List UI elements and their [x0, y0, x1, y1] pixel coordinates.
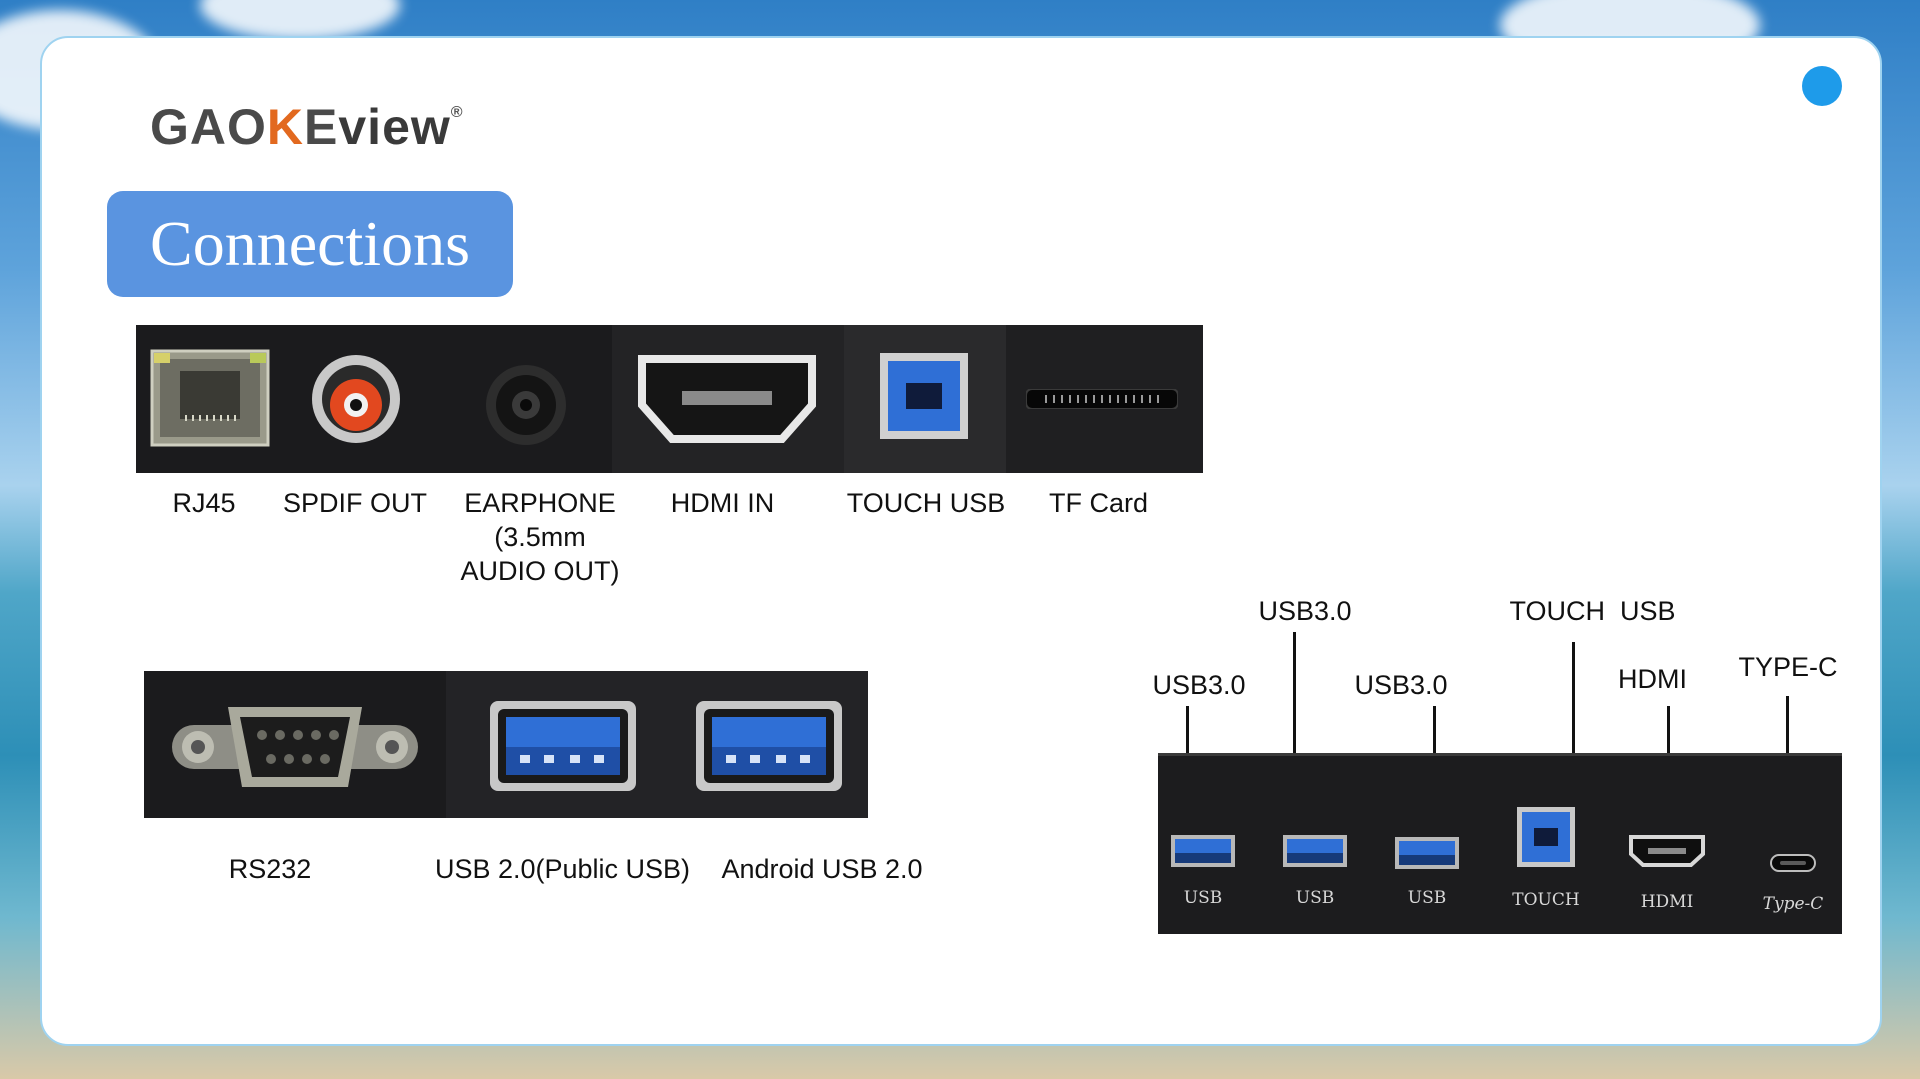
logo-text-view: view	[338, 99, 451, 155]
callout-hdmi: HDMI	[1618, 664, 1687, 694]
top-ports-panel	[136, 325, 1203, 473]
label-spdif-out: SPDIF OUT	[282, 488, 427, 518]
right-ports-panel: USB USB USB TOUCH HDMI Type-C	[1158, 753, 1842, 934]
rj45-port-icon	[150, 349, 270, 452]
touch-usb-b-port-icon	[1516, 806, 1576, 873]
callout-usb3-1: USB3.0	[1152, 670, 1246, 700]
usb-2-public-port-icon	[488, 699, 638, 798]
spdif-rca-port-icon	[308, 351, 404, 452]
callout-usb3-3: USB3.0	[1354, 670, 1448, 700]
bottom-left-ports-panel	[144, 671, 868, 818]
hdmi-in-port-icon	[636, 353, 818, 450]
blue-dot	[1802, 66, 1842, 106]
section-title: Connections	[107, 191, 513, 297]
label-tf-card: TF Card	[1048, 488, 1148, 518]
usb3-port-icon	[1282, 834, 1348, 873]
logo-text-gao: GAO	[150, 99, 267, 155]
logo-text-e: E	[304, 99, 339, 155]
hdmi-port-icon	[1628, 834, 1706, 873]
label-earphone: EARPHONE (3.5mm AUDIO OUT)	[460, 488, 620, 586]
earphone-jack-icon	[484, 363, 568, 452]
label-usb-2-public: USB 2.0(Public USB)	[434, 854, 691, 884]
silk-usb-3: USB	[1407, 888, 1447, 908]
registered-mark: ®	[450, 104, 464, 121]
type-c-port-icon	[1770, 854, 1816, 877]
label-rs232: RS232	[228, 854, 312, 884]
android-usb-port-icon	[694, 699, 844, 798]
background-cloud	[200, 0, 400, 40]
logo-text-k: K	[266, 99, 305, 155]
silk-hdmi: HDMI	[1640, 892, 1694, 912]
touch-usb-b-port-icon	[876, 349, 972, 448]
silk-touch: TOUCH	[1512, 890, 1580, 910]
callout-touch-usb: TOUCH USB	[1509, 596, 1676, 626]
tf-card-slot-icon	[1025, 388, 1179, 414]
label-hdmi-in: HDMI IN	[670, 488, 775, 518]
callout-type-c: TYPE-C	[1738, 652, 1838, 682]
label-touch-usb: TOUCH USB	[846, 488, 1006, 518]
callout-usb3-2: USB3.0	[1258, 596, 1352, 626]
label-android-usb: Android USB 2.0	[721, 854, 923, 884]
silk-type-c: Type-C	[1762, 894, 1824, 914]
label-rj45: RJ45	[172, 488, 236, 518]
brand-logo: GAOKEview®	[150, 98, 464, 156]
usb3-port-icon	[1394, 836, 1460, 875]
silk-usb-2: USB	[1295, 888, 1335, 908]
usb3-port-icon	[1170, 834, 1236, 873]
rs232-db9-port-icon	[170, 701, 420, 798]
silk-usb-1: USB	[1183, 888, 1223, 908]
